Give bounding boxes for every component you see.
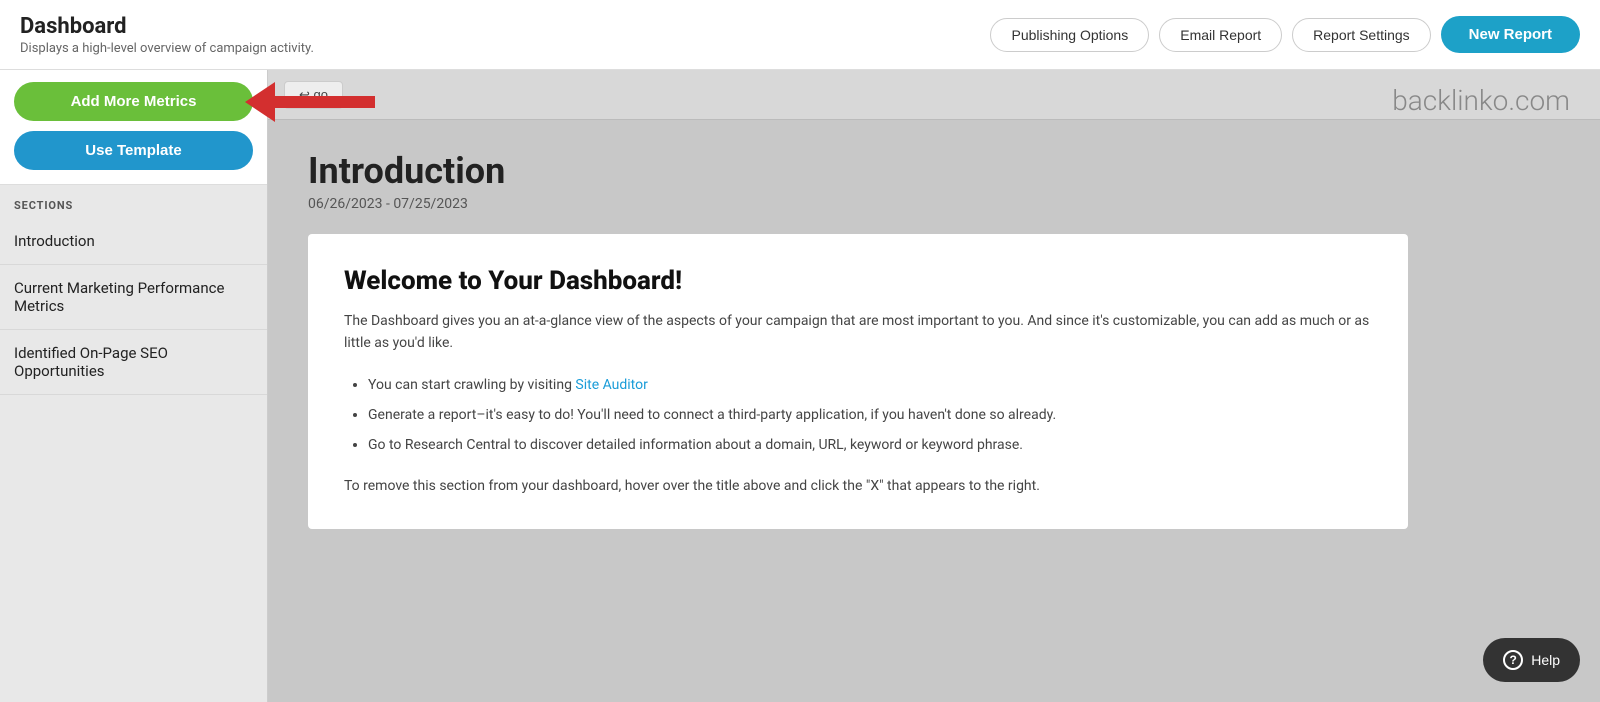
help-label: Help <box>1531 652 1560 668</box>
red-arrow-icon <box>245 82 375 122</box>
sidebar-item-seo-opportunities[interactable]: Identified On-Page SEO Opportunities <box>0 330 267 395</box>
card-intro: The Dashboard gives you an at-a-glance v… <box>344 310 1372 355</box>
help-icon: ? <box>1503 650 1523 670</box>
section-title: Introduction <box>308 150 1560 192</box>
use-template-button[interactable]: Use Template <box>14 131 253 170</box>
main-content: Introduction 06/26/2023 - 07/25/2023 Wel… <box>268 120 1600 702</box>
section-date: 06/26/2023 - 07/25/2023 <box>308 196 1560 212</box>
help-button[interactable]: ? Help <box>1483 638 1580 682</box>
list-item: You can start crawling by visiting Site … <box>368 371 1372 399</box>
list-item: Go to Research Central to discover detai… <box>368 431 1372 459</box>
content-card: Welcome to Your Dashboard! The Dashboard… <box>308 234 1408 529</box>
list-item: Generate a report–it's easy to do! You'l… <box>368 401 1372 429</box>
header-actions: Publishing Options Email Report Report S… <box>990 16 1580 53</box>
arrow-annotation <box>245 82 375 122</box>
card-footer: To remove this section from your dashboa… <box>344 475 1372 497</box>
report-settings-button[interactable]: Report Settings <box>1292 18 1431 52</box>
site-auditor-link[interactable]: Site Auditor <box>575 377 647 393</box>
new-report-button[interactable]: New Report <box>1441 16 1580 53</box>
add-metrics-button[interactable]: Add More Metrics <box>14 82 253 121</box>
main-area: ↩ go backlinko.com Introduction 06/26/20… <box>268 70 1600 702</box>
sections-heading: SECTIONS <box>0 185 267 218</box>
sidebar-top: Add More Metrics Use Template <box>0 70 267 185</box>
publishing-options-button[interactable]: Publishing Options <box>990 18 1149 52</box>
app-subtitle: Displays a high-level overview of campai… <box>20 41 314 56</box>
card-heading: Welcome to Your Dashboard! <box>344 266 1372 296</box>
sidebar: Add More Metrics Use Template SECTIONS I… <box>0 70 268 702</box>
site-domain-label: backlinko.com <box>1392 84 1570 117</box>
header-left: Dashboard Displays a high-level overview… <box>20 14 314 56</box>
sidebar-item-current-marketing[interactable]: Current Marketing Performance Metrics <box>0 265 267 330</box>
email-report-button[interactable]: Email Report <box>1159 18 1282 52</box>
app-title: Dashboard <box>20 14 314 39</box>
header: Dashboard Displays a high-level overview… <box>0 0 1600 70</box>
main-layout: Add More Metrics Use Template SECTIONS I… <box>0 70 1600 702</box>
sidebar-item-introduction[interactable]: Introduction <box>0 218 267 265</box>
card-list: You can start crawling by visiting Site … <box>368 371 1372 459</box>
